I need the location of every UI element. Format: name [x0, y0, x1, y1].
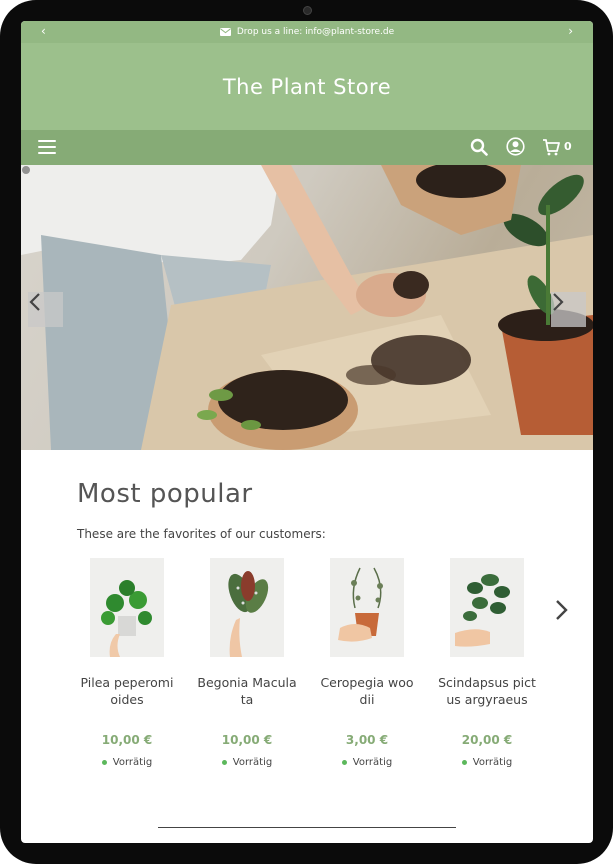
hero-slider[interactable]: [21, 165, 593, 450]
product-price: 20,00 €: [461, 733, 513, 747]
announcement-text[interactable]: Drop us a line: info@plant-store.de: [237, 27, 394, 37]
product-card[interactable]: Ceropegia woodii 3,00 € Vorrätig: [317, 558, 417, 768]
chevron-left-icon: [29, 293, 40, 311]
search-icon[interactable]: [470, 138, 488, 156]
camera: [303, 6, 312, 15]
cart-count: 0: [564, 140, 572, 153]
product-image[interactable]: [210, 558, 284, 657]
in-stock-dot-icon: [341, 759, 347, 765]
product-image[interactable]: [90, 558, 164, 657]
product-name[interactable]: Scindapsus pictus argyraeus: [437, 674, 537, 708]
chevron-right-icon[interactable]: [554, 598, 570, 622]
hero-prev-button[interactable]: [28, 292, 63, 327]
screen: ‹ Drop us a line: info@plant-store.de › …: [21, 21, 593, 843]
in-stock-dot-icon: [461, 759, 467, 765]
tablet-frame: ‹ Drop us a line: info@plant-store.de › …: [0, 0, 613, 864]
stock-status: Vorrätig: [197, 757, 297, 768]
site-title[interactable]: The Plant Store: [223, 75, 391, 99]
hamburger-icon[interactable]: [38, 140, 56, 155]
section-subtitle: These are the favorites of our customers…: [77, 527, 326, 541]
chevron-right-icon: [553, 293, 564, 311]
product-name[interactable]: Ceropegia woodii: [317, 674, 417, 708]
hero-image: [21, 165, 593, 450]
section-title: Most popular: [77, 479, 253, 509]
product-card[interactable]: Pilea peperomioides 10,00 € Vorrätig: [77, 558, 177, 768]
product-name[interactable]: Pilea peperomioides: [77, 674, 177, 708]
product-image[interactable]: [450, 558, 524, 657]
stock-status: Vorrätig: [77, 757, 177, 768]
divider: [158, 827, 456, 828]
product-name[interactable]: Begonia Maculata: [197, 674, 297, 708]
stock-status: Vorrätig: [437, 757, 537, 768]
in-stock-dot-icon: [221, 759, 227, 765]
envelope-icon: [219, 28, 231, 36]
product-card[interactable]: Begonia Maculata 10,00 € Vorrätig: [197, 558, 297, 768]
chevron-right-icon[interactable]: ›: [568, 24, 573, 38]
user-icon[interactable]: [506, 137, 525, 156]
nav-bar: 0: [21, 130, 593, 165]
product-price: 3,00 €: [345, 733, 389, 747]
product-image[interactable]: [330, 558, 404, 657]
cart-icon[interactable]: [542, 138, 560, 156]
product-carousel: Pilea peperomioides 10,00 € Vorrätig Beg…: [77, 558, 557, 778]
product-price: 10,00 €: [221, 733, 273, 747]
product-card[interactable]: Scindapsus pictus argyraeus 20,00 € Vorr…: [437, 558, 537, 768]
product-price: 10,00 €: [101, 733, 153, 747]
hero-next-button[interactable]: [551, 292, 586, 327]
announcement-bar: ‹ Drop us a line: info@plant-store.de ›: [21, 21, 593, 43]
chevron-left-icon[interactable]: ‹: [41, 24, 46, 38]
site-header: The Plant Store: [21, 43, 593, 130]
stock-status: Vorrätig: [317, 757, 417, 768]
in-stock-dot-icon: [101, 759, 107, 765]
slider-dot[interactable]: [21, 165, 31, 175]
